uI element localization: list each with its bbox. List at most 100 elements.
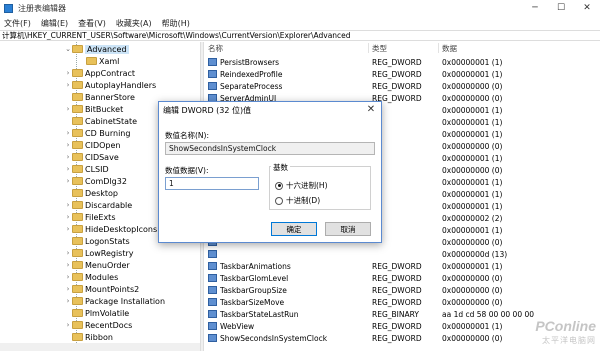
cancel-button[interactable]: 取消: [325, 222, 371, 236]
expand-chevron-icon[interactable]: ›: [64, 199, 72, 211]
expand-chevron-icon[interactable]: ›: [64, 175, 72, 187]
column-header-data[interactable]: 数据: [442, 43, 457, 54]
value-data: 0x00000001 (1): [442, 201, 503, 211]
expand-chevron-icon[interactable]: ›: [64, 295, 72, 307]
dialog-close-button[interactable]: ✕: [363, 103, 379, 115]
column-header-type[interactable]: 类型: [372, 43, 387, 54]
expand-chevron-icon[interactable]: ›: [64, 319, 72, 331]
expand-chevron-icon[interactable]: ›: [64, 127, 72, 139]
registry-value-row[interactable]: SeparateProcess REG_DWORD 0x00000000 (0): [204, 80, 600, 92]
column-divider[interactable]: [438, 43, 439, 53]
column-header-name[interactable]: 名称: [208, 43, 223, 54]
tree-item[interactable]: › RecentDocs: [0, 319, 200, 331]
tree-item-label: PlmVolatile: [85, 308, 130, 318]
registry-value-row[interactable]: TaskbarGlomLevel REG_DWORD 0x00000000 (0): [204, 272, 600, 284]
value-type: REG_DWORD: [372, 273, 422, 283]
menu-help[interactable]: 帮助(H): [162, 18, 190, 29]
folder-icon: [72, 189, 83, 197]
expand-chevron-icon[interactable]: ›: [64, 67, 72, 79]
value-data-input[interactable]: 1: [165, 177, 259, 190]
expand-chevron-icon[interactable]: ›: [64, 247, 72, 259]
reg-dword-icon: [208, 262, 217, 270]
value-type: REG_DWORD: [372, 321, 422, 331]
value-name: TaskbarStateLastRun: [220, 309, 299, 319]
address-bar[interactable]: 计算机\HKEY_CURRENT_USER\Software\Microsoft…: [0, 30, 600, 41]
reg-dword-icon: [208, 334, 217, 342]
value-name-label: 数值名称(N):: [165, 131, 209, 140]
expand-chevron-icon[interactable]: ›: [64, 223, 72, 235]
value-name: ShowSecondsInSystemClock: [220, 333, 328, 343]
folder-icon: [72, 297, 83, 305]
tree-item[interactable]: › AutoplayHandlers: [0, 79, 200, 91]
value-data: 0x00000001 (1): [442, 153, 503, 163]
expand-chevron-icon[interactable]: ›: [64, 211, 72, 223]
menu-favorites[interactable]: 收藏夹(A): [116, 18, 152, 29]
value-type: REG_DWORD: [372, 261, 422, 271]
close-button[interactable]: ✕: [574, 0, 600, 16]
value-data: 0x00000001 (1): [442, 321, 503, 331]
column-divider[interactable]: [368, 43, 369, 53]
registry-value-row[interactable]: ReindexedProfile REG_DWORD 0x00000001 (1): [204, 68, 600, 80]
tree-item[interactable]: › AppContract: [0, 67, 200, 79]
dialog-title: 编辑 DWORD (32 位)值: [163, 106, 252, 115]
folder-icon: [72, 285, 83, 293]
registry-value-row[interactable]: TaskbarSizeMove REG_DWORD 0x00000000 (0): [204, 296, 600, 308]
expand-chevron-icon[interactable]: ›: [64, 259, 72, 271]
menu-file[interactable]: 文件(F): [4, 18, 31, 29]
folder-icon: [72, 165, 83, 173]
value-data-label: 数值数据(V):: [165, 166, 209, 175]
expand-chevron-icon[interactable]: ›: [64, 103, 72, 115]
tree-item[interactable]: › MountPoints2: [0, 283, 200, 295]
tree-item-label: RecentDocs: [85, 320, 133, 330]
maximize-button[interactable]: ☐: [548, 0, 574, 16]
value-data: 0x00000000 (0): [442, 297, 503, 307]
tree-item[interactable]: › MenuOrder: [0, 259, 200, 271]
folder-icon: [72, 81, 83, 89]
menu-edit[interactable]: 编辑(E): [41, 18, 68, 29]
expand-chevron-icon[interactable]: ›: [64, 79, 72, 91]
expand-chevron-icon[interactable]: ›: [64, 283, 72, 295]
tree-item[interactable]: ⌄ Advanced: [0, 43, 200, 55]
folder-icon: [72, 333, 83, 341]
expand-chevron-icon[interactable]: ›: [64, 271, 72, 283]
ok-button[interactable]: 确定: [271, 222, 317, 236]
tree-item-label: ComDlg32: [85, 176, 127, 186]
tree-item[interactable]: › Package Installation: [0, 295, 200, 307]
value-type: REG_BINARY: [372, 309, 419, 319]
regedit-app-icon: [4, 3, 13, 13]
folder-icon: [72, 177, 83, 185]
watermark-brand: PConline: [535, 318, 596, 334]
reg-dword-icon: [208, 70, 217, 78]
tree-horizontal-scrollbar[interactable]: [0, 343, 200, 351]
value-name: ReindexedProfile: [220, 69, 283, 79]
tree-item[interactable]: PlmVolatile: [0, 307, 200, 319]
expand-chevron-icon: [64, 187, 72, 199]
tree-item[interactable]: Xaml: [0, 55, 200, 67]
expand-chevron-icon: [64, 91, 72, 103]
expand-chevron-icon[interactable]: ⌄: [64, 43, 72, 55]
value-data: aa 1d cd 58 00 00 00 00: [442, 309, 535, 319]
minimize-button[interactable]: ─: [522, 0, 548, 16]
dec-radio-option[interactable]: 十进制(D): [275, 195, 320, 206]
registry-value-row[interactable]: PersistBrowsers REG_DWORD 0x00000001 (1): [204, 56, 600, 68]
tree-item[interactable]: › Modules: [0, 271, 200, 283]
title-bar: 注册表编辑器 ─ ☐ ✕: [0, 0, 600, 16]
registry-value-row[interactable]: TaskbarAnimations REG_DWORD 0x00000001 (1): [204, 260, 600, 272]
expand-chevron-icon[interactable]: ›: [64, 139, 72, 151]
registry-value-row[interactable]: 0x0000000d (13): [204, 248, 600, 260]
hex-radio[interactable]: [275, 181, 283, 190]
registry-value-row[interactable]: TaskbarGroupSize REG_DWORD 0x00000000 (0): [204, 284, 600, 296]
expand-chevron-icon[interactable]: ›: [64, 151, 72, 163]
tree-item[interactable]: Ribbon: [0, 331, 200, 343]
hex-radio-option[interactable]: 十六进制(H): [275, 180, 328, 191]
value-data: 0x00000001 (1): [442, 261, 503, 271]
reg-dword-icon: [208, 298, 217, 306]
tree-item-label: LowRegistry: [85, 248, 134, 258]
expand-chevron-icon[interactable]: ›: [64, 163, 72, 175]
menu-view[interactable]: 查看(V): [78, 18, 106, 29]
dec-radio[interactable]: [275, 196, 283, 205]
folder-icon: [72, 201, 83, 209]
tree-item[interactable]: › LowRegistry: [0, 247, 200, 259]
value-name: SeparateProcess: [220, 81, 283, 91]
value-type: REG_DWORD: [372, 81, 422, 91]
